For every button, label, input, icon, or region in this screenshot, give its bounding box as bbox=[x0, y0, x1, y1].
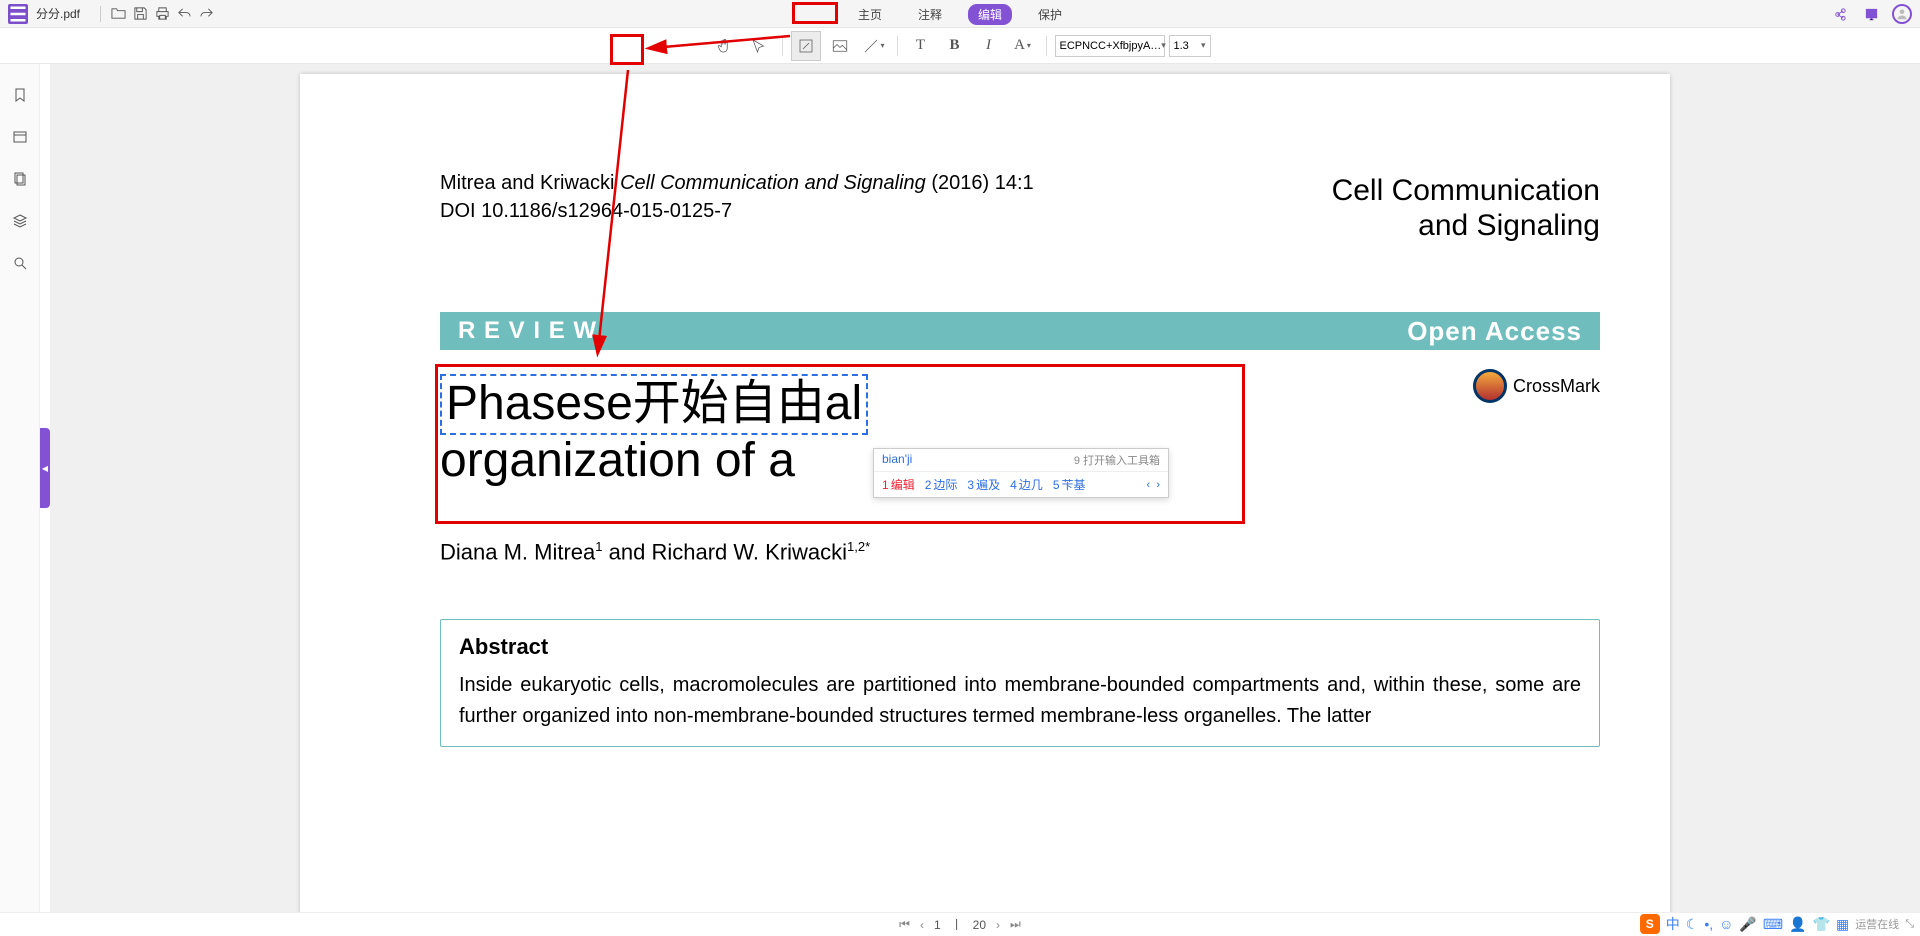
image-tool-icon[interactable] bbox=[825, 31, 855, 61]
search-icon[interactable] bbox=[9, 252, 31, 274]
paper-header-left: Mitrea and Kriwacki Cell Communication a… bbox=[440, 169, 1034, 225]
titlebar: 分分.pdf 主页 注释 编辑 保护 bbox=[0, 0, 1920, 28]
user-avatar[interactable] bbox=[1892, 4, 1912, 24]
paper-title-line1: Phasese开始自由al bbox=[446, 377, 862, 430]
last-page-button[interactable]: ⏭ bbox=[1010, 917, 1021, 932]
separator bbox=[1046, 36, 1047, 56]
font-size-value: 1.3 bbox=[1174, 40, 1189, 52]
current-page: 1 bbox=[934, 918, 941, 932]
separator bbox=[782, 36, 783, 56]
separator bbox=[897, 36, 898, 56]
clipboard-icon[interactable] bbox=[9, 168, 31, 190]
smile-icon[interactable]: ☺ bbox=[1719, 916, 1733, 932]
tab-annotate[interactable]: 注释 bbox=[908, 4, 952, 25]
font-size-select[interactable]: 1.3▾ bbox=[1169, 35, 1211, 57]
moon-icon[interactable]: ☾ bbox=[1686, 916, 1699, 933]
total-pages: 20 bbox=[973, 918, 986, 932]
font-format-icon[interactable]: A▾ bbox=[1008, 31, 1038, 61]
abstract-heading: Abstract bbox=[459, 634, 1581, 660]
ime-candidate-list[interactable]: 1编辑 2边际 3遍及 4边几 5苄基 ‹ › bbox=[874, 472, 1168, 497]
ime-candidate[interactable]: 4边几 bbox=[1010, 476, 1043, 493]
review-bar: R E V I E W Open Access bbox=[440, 312, 1600, 350]
ime-lang-indicator[interactable]: 中 bbox=[1666, 914, 1680, 934]
select-tool-icon[interactable] bbox=[744, 31, 774, 61]
keyboard-icon[interactable]: ⌨ bbox=[1763, 916, 1783, 933]
paper-title-line2: organization of a bbox=[440, 434, 795, 487]
abstract-text: Inside eukaryotic cells, macromolecules … bbox=[459, 670, 1581, 732]
tab-home[interactable]: 主页 bbox=[848, 4, 892, 25]
shirt-icon[interactable]: 👕 bbox=[1813, 916, 1830, 933]
font-name-select[interactable]: ECPNCC+XfbjpyA…▾ bbox=[1055, 35, 1165, 57]
abstract-box: Abstract Inside eukaryotic cells, macrom… bbox=[440, 619, 1600, 747]
thumbnails-icon[interactable] bbox=[9, 126, 31, 148]
filename: 分分.pdf bbox=[36, 5, 80, 22]
journal-brand: Cell Communicationand Signaling bbox=[1332, 174, 1600, 243]
menu-icon[interactable] bbox=[8, 4, 28, 24]
italic-icon[interactable]: I bbox=[974, 31, 1004, 61]
prev-page-button[interactable]: ‹ bbox=[920, 918, 924, 932]
open-folder-icon[interactable] bbox=[107, 3, 129, 25]
line-tool-icon[interactable]: ▾ bbox=[859, 31, 889, 61]
grid-icon[interactable]: ▦ bbox=[1836, 916, 1849, 933]
punct-icon[interactable]: •, bbox=[1704, 916, 1713, 932]
ime-popup[interactable]: bian'ji 9 打开输入工具箱 1编辑 2边际 3遍及 4边几 5苄基 ‹ … bbox=[873, 448, 1169, 498]
crossmark-badge[interactable]: CrossMark bbox=[1473, 369, 1600, 403]
person-icon[interactable]: 👤 bbox=[1789, 916, 1806, 933]
ime-tip: 9 打开输入工具箱 bbox=[1074, 452, 1160, 468]
collapse-icon[interactable]: ⤡ bbox=[1905, 918, 1914, 931]
editing-text-selection[interactable]: Phasese开始自由al bbox=[440, 374, 868, 435]
document-canvas[interactable]: Mitrea and Kriwacki Cell Communication a… bbox=[50, 64, 1920, 912]
left-sidebar bbox=[0, 64, 40, 912]
text-tool-icon[interactable]: T bbox=[906, 31, 936, 61]
page-navigator: ⏮ ‹ 1 丨 20 › ⏭ bbox=[0, 912, 1920, 936]
hand-tool-icon[interactable] bbox=[710, 31, 740, 61]
titlebar-right bbox=[1828, 3, 1912, 25]
mic-icon[interactable]: 🎤 bbox=[1739, 916, 1756, 933]
main-tabs: 主页 注释 编辑 保护 bbox=[848, 4, 1072, 25]
pdf-page: Mitrea and Kriwacki Cell Communication a… bbox=[300, 74, 1670, 912]
print-icon[interactable] bbox=[151, 3, 173, 25]
next-page-button[interactable]: › bbox=[996, 918, 1000, 932]
undo-icon[interactable] bbox=[173, 3, 195, 25]
ime-candidate[interactable]: 5苄基 bbox=[1053, 476, 1086, 493]
page-separator: 丨 bbox=[951, 916, 963, 933]
edit-toolbar: ▾ T B I A▾ ECPNCC+XfbjpyA…▾ 1.3▾ bbox=[0, 28, 1920, 64]
ime-input-text: bian'ji bbox=[882, 452, 912, 468]
tab-edit[interactable]: 编辑 bbox=[968, 4, 1012, 25]
review-label: R E V I E W bbox=[458, 317, 597, 345]
share-icon[interactable] bbox=[1828, 3, 1850, 25]
paper-authors: Diana M. Mitrea1 and Richard W. Kriwacki… bbox=[440, 539, 870, 565]
tab-protect[interactable]: 保护 bbox=[1028, 4, 1072, 25]
ime-candidate[interactable]: 3遍及 bbox=[967, 476, 1000, 493]
crossmark-text: CrossMark bbox=[1513, 376, 1600, 397]
open-access-label: Open Access bbox=[1407, 316, 1582, 347]
ime-candidate[interactable]: 1编辑 bbox=[882, 476, 915, 493]
input-method-taskbar[interactable]: S 中 ☾ •, ☺ 🎤 ⌨ 👤 👕 ▦ 运营在线 ⤡ bbox=[1636, 913, 1918, 935]
save-icon[interactable] bbox=[129, 3, 151, 25]
redo-icon[interactable] bbox=[195, 3, 217, 25]
sidebar-collapse-handle[interactable]: ◀ bbox=[40, 428, 50, 508]
edit-content-tool-icon[interactable] bbox=[791, 31, 821, 61]
divider bbox=[100, 6, 101, 22]
layers-icon[interactable] bbox=[9, 210, 31, 232]
taskbar-label: 运营在线 bbox=[1855, 916, 1899, 932]
sogou-icon[interactable]: S bbox=[1640, 914, 1660, 934]
ime-page-nav[interactable]: ‹ › bbox=[1147, 479, 1160, 491]
font-name-value: ECPNCC+XfbjpyA… bbox=[1060, 40, 1162, 52]
crossmark-icon bbox=[1473, 369, 1507, 403]
bookmarks-icon[interactable] bbox=[9, 84, 31, 106]
ime-candidate[interactable]: 2边际 bbox=[925, 476, 958, 493]
bold-icon[interactable]: B bbox=[940, 31, 970, 61]
presentation-icon[interactable] bbox=[1860, 3, 1882, 25]
first-page-button[interactable]: ⏮ bbox=[899, 917, 910, 932]
